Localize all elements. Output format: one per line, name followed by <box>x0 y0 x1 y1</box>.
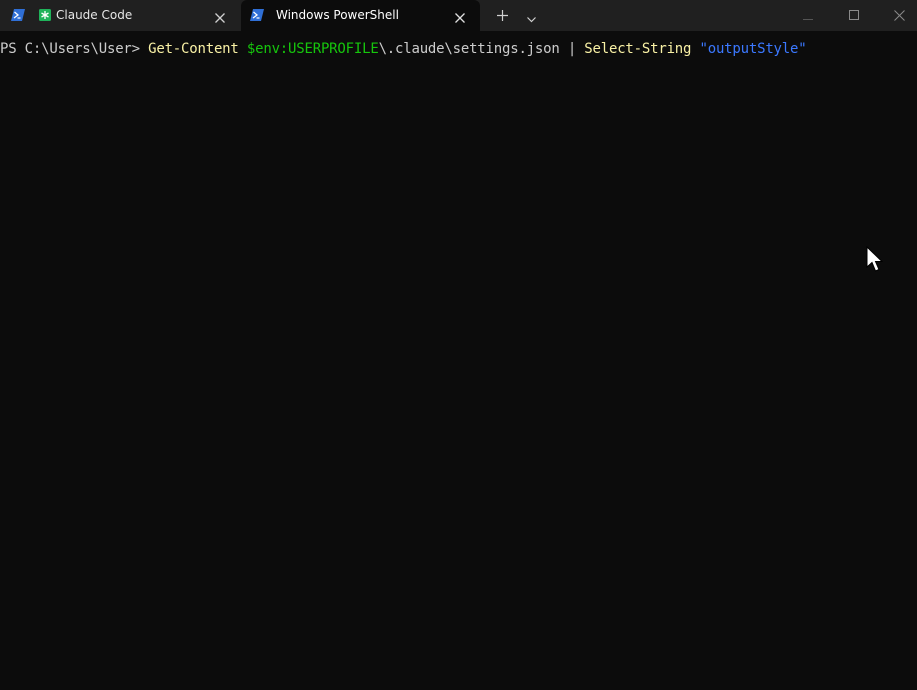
new-tab-plus-icon[interactable] <box>495 8 510 23</box>
terminal-output[interactable]: PS C:\Users\User> Get-Content $env:USERP… <box>0 31 917 690</box>
minimize-icon <box>803 19 813 20</box>
tab-label: Claude Code <box>56 8 133 22</box>
tab-label: Windows PowerShell <box>276 8 399 22</box>
cmdlet-select-string: Select-String <box>584 41 692 57</box>
close-tab-icon[interactable] <box>214 9 226 23</box>
title-bar[interactable]: Claude Code Windows PowerShell <box>0 0 917 31</box>
mouse-pointer-icon <box>866 245 886 274</box>
powershell-icon <box>11 8 25 22</box>
terminal-window: Claude Code Windows PowerShell PS C:\Use… <box>0 0 917 690</box>
powershell-icon <box>250 8 264 22</box>
env-variable: $env:USERPROFILE <box>246 41 379 57</box>
close-tab-icon[interactable] <box>454 9 466 23</box>
path-text: \.claude\settings.json | <box>378 41 585 57</box>
maximize-icon <box>849 10 859 20</box>
close-icon <box>893 9 905 21</box>
claude-asterisk-icon <box>38 8 52 22</box>
close-window-button[interactable] <box>876 0 917 30</box>
command-line: PS C:\Users\User> Get-Content $env:USERP… <box>0 40 807 58</box>
maximize-button[interactable] <box>831 0 877 30</box>
chevron-down-icon[interactable] <box>526 10 537 23</box>
prompt-text: PS C:\Users\User> <box>0 41 149 57</box>
minimize-button[interactable] <box>785 0 831 30</box>
string-literal: "outputStyle" <box>699 41 807 57</box>
tab-windows-powershell[interactable]: Windows PowerShell <box>241 0 480 31</box>
cmdlet-get-content: Get-Content <box>148 41 239 57</box>
tab-claude-code[interactable]: Claude Code <box>0 0 240 31</box>
